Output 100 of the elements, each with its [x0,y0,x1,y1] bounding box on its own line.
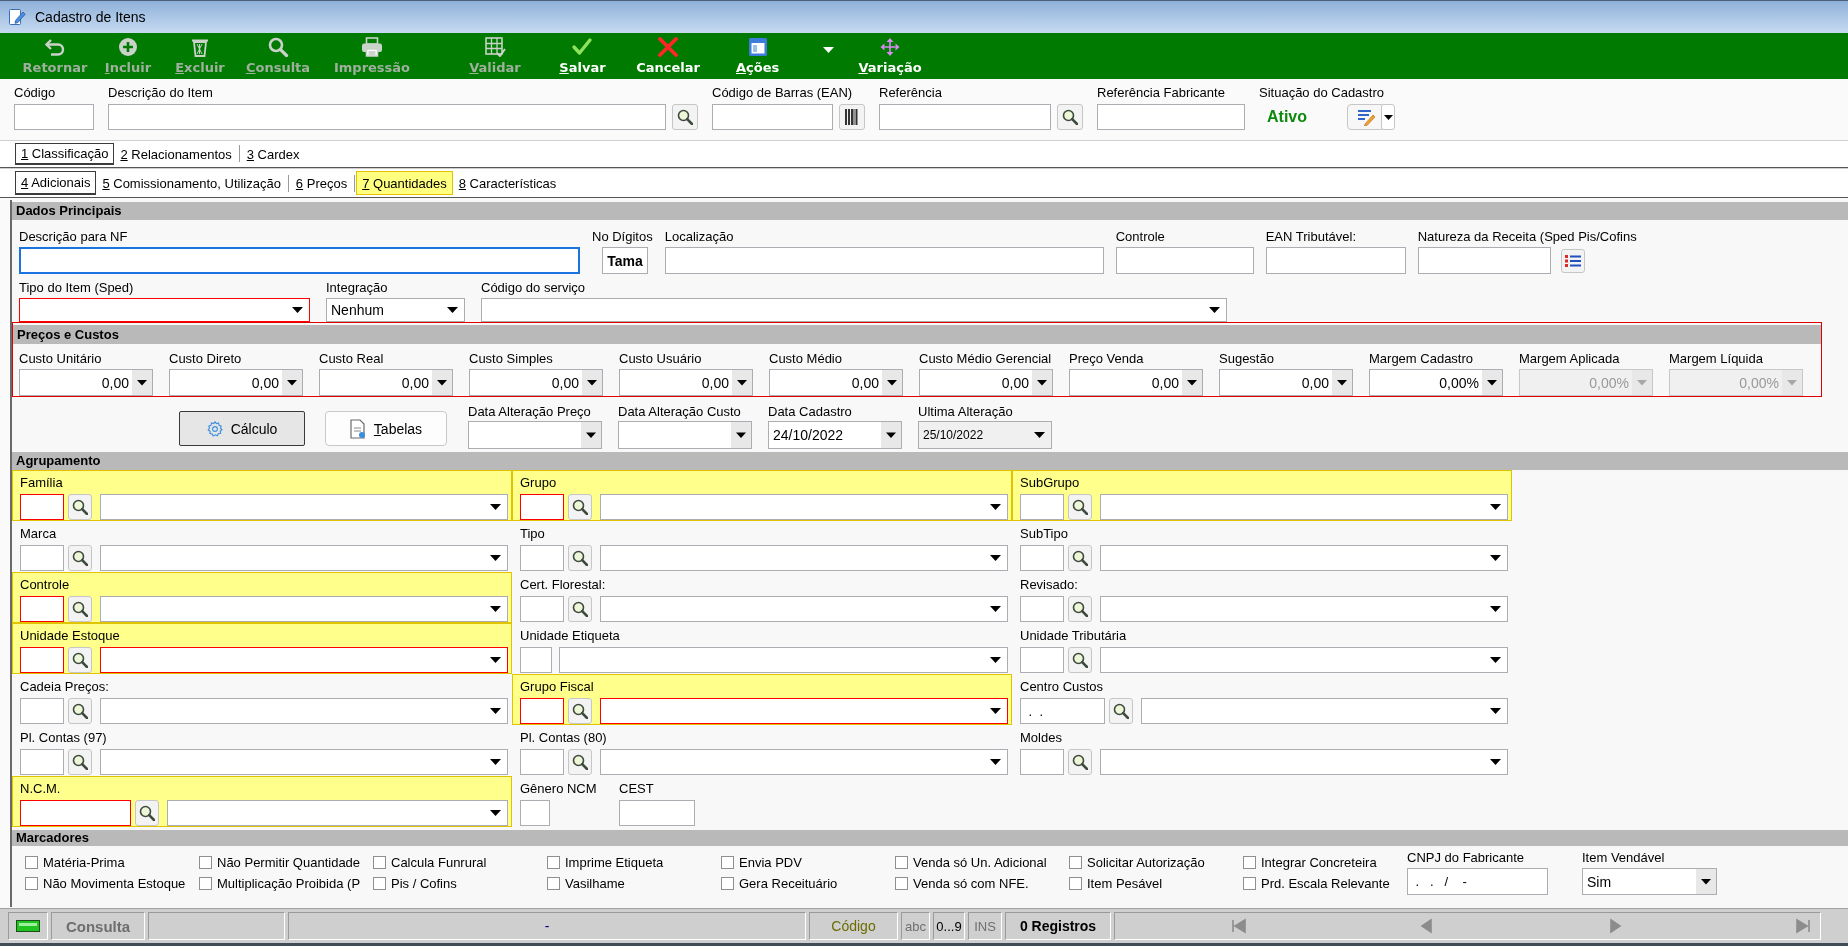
input-field[interactable]: . . / - [1407,868,1548,895]
input-field[interactable] [619,800,695,826]
dropdown-field[interactable] [1100,494,1508,520]
search-button[interactable] [68,749,92,775]
list-button[interactable] [1560,248,1585,273]
input-field[interactable] [664,247,1104,274]
number-field[interactable]: 0,00 [469,369,603,396]
number-field[interactable]: 0,00 [919,369,1053,396]
input-field[interactable] [520,647,552,673]
search-button[interactable] [1057,104,1083,130]
input-field[interactable] [1097,104,1245,130]
input-field[interactable] [1020,545,1064,571]
dropdown-field[interactable] [19,298,310,322]
input-field[interactable] [1020,494,1064,520]
tab[interactable]: 1 Classificação [15,143,115,165]
date-field[interactable]: 25/10/2022 [918,421,1052,449]
input-field[interactable] [520,545,564,571]
input-field[interactable] [1265,247,1406,274]
dropdown-button[interactable] [1381,104,1395,130]
search-button[interactable] [68,545,92,571]
input-field[interactable] [879,104,1051,130]
dropdown-field[interactable] [600,749,1008,775]
checkbox[interactable] [1243,856,1256,869]
search-button[interactable] [68,647,92,673]
dropdown-field[interactable] [1100,749,1508,775]
tab[interactable]: 4 Adicionais [15,171,97,195]
dropdown-field[interactable] [600,596,1008,622]
dropdown-field[interactable] [1100,596,1508,622]
input-field[interactable] [20,647,64,673]
input-field[interactable] [1020,647,1064,673]
checkbox[interactable] [721,877,734,890]
search-button[interactable] [1068,494,1092,520]
search-button[interactable] [1109,698,1133,724]
search-button[interactable] [68,698,92,724]
checkbox[interactable] [199,877,212,890]
dropdown-field[interactable] [100,698,508,724]
variation-button[interactable]: Variação [840,33,940,79]
input-field[interactable] [20,698,64,724]
barcode-button[interactable] [839,104,865,130]
dropdown-field[interactable] [600,698,1008,724]
search-button[interactable] [1068,647,1092,673]
dropdown-field[interactable] [481,298,1227,322]
dropdown-field[interactable]: Nenhum [326,298,465,322]
dropdown-field[interactable] [100,749,508,775]
checkbox[interactable] [25,856,38,869]
number-field[interactable]: 0,00 [19,369,153,396]
dropdown-field[interactable]: Sim [1582,868,1717,895]
search-button[interactable] [568,494,592,520]
input-field[interactable] [1115,247,1254,274]
number-field[interactable]: 0,00 [769,369,903,396]
checkbox[interactable] [547,877,560,890]
search-button[interactable] [1068,749,1092,775]
dropdown-field[interactable] [600,545,1008,571]
number-field[interactable]: 0,00 [319,369,453,396]
calculate-button[interactable]: Cálculo [179,411,305,446]
search-button[interactable] [568,596,592,622]
search-button[interactable] [568,545,592,571]
input-field[interactable] [20,494,64,520]
input-field[interactable] [108,104,666,130]
input-field[interactable] [712,104,833,130]
number-field[interactable]: 0,00 [169,369,303,396]
search-button[interactable] [135,800,159,826]
date-field[interactable] [618,421,752,449]
input-field[interactable] [1417,247,1551,274]
save-button[interactable]: Salvar [535,33,630,79]
input-field[interactable] [20,749,64,775]
dropdown-field[interactable] [100,647,508,673]
date-field[interactable]: 24/10/2022 [768,421,902,449]
number-field[interactable]: 0,00 [1219,369,1353,396]
input-field[interactable] [520,800,550,826]
cancel-button[interactable]: Cancelar [630,33,706,79]
dropdown-field[interactable] [100,545,508,571]
input-field[interactable] [19,247,580,274]
dropdown-field[interactable] [167,800,508,826]
checkbox[interactable] [895,856,908,869]
input-field[interactable] [20,545,64,571]
search-button[interactable] [1068,545,1092,571]
input-field[interactable] [20,596,64,622]
tables-button[interactable]: Tabelas [325,411,447,446]
search-button[interactable] [68,494,92,520]
tab[interactable]: 7 Quantidades [356,171,453,195]
search-button[interactable] [568,698,592,724]
number-field[interactable]: 0,00 [1069,369,1203,396]
search-button[interactable] [1068,596,1092,622]
input-field[interactable] [520,596,564,622]
number-field[interactable]: 0,00% [1369,369,1503,396]
checkbox[interactable] [547,856,560,869]
dropdown-field[interactable] [1100,545,1508,571]
checkbox[interactable] [373,856,386,869]
date-field[interactable] [468,421,602,449]
checkbox[interactable] [1069,856,1082,869]
checkbox[interactable] [721,856,734,869]
input-field[interactable] [14,104,94,130]
dropdown-field[interactable] [100,596,508,622]
number-field[interactable]: 0,00 [619,369,753,396]
checkbox[interactable] [1069,877,1082,890]
checkbox[interactable] [1243,877,1256,890]
input-field[interactable] [520,698,564,724]
checkbox[interactable] [199,856,212,869]
search-button[interactable] [68,596,92,622]
